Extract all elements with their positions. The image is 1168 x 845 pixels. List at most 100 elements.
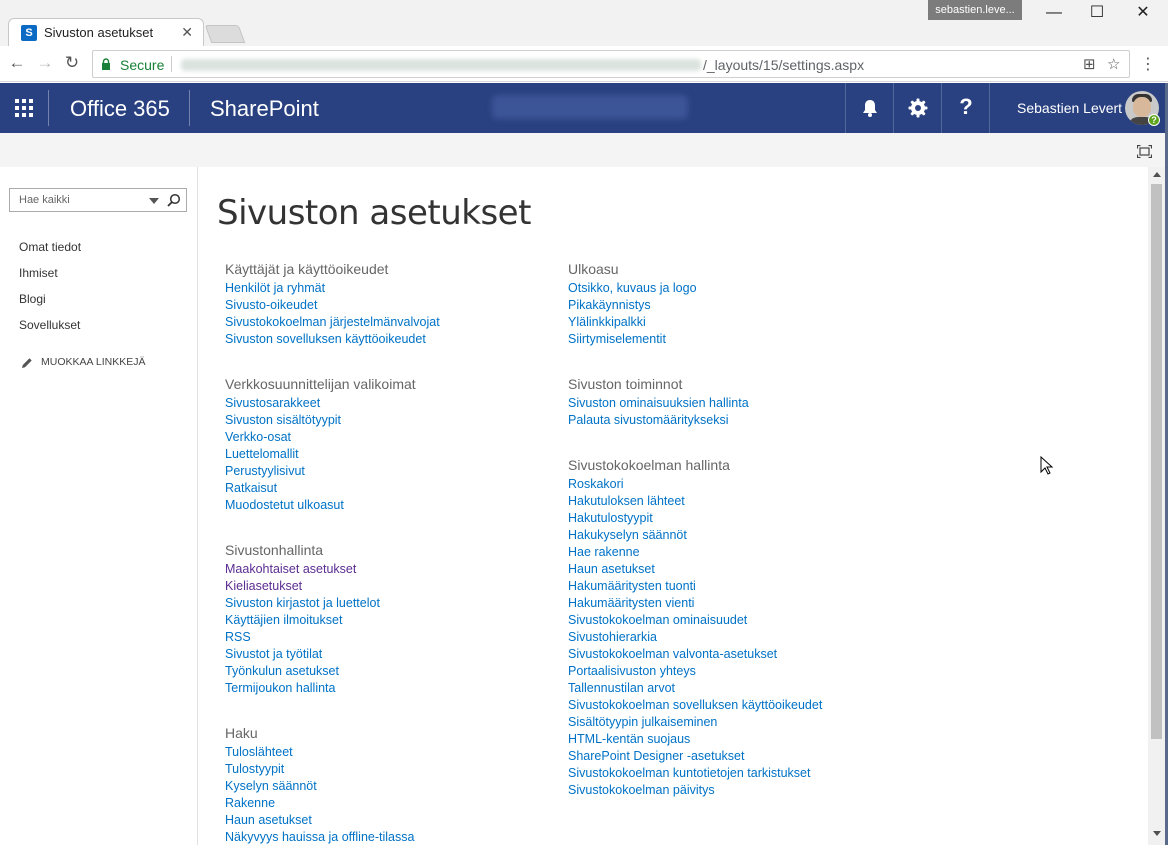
settings-link[interactable]: Sivustokokoelman valvonta-asetukset: [568, 646, 822, 663]
nav-item-omat-tiedot[interactable]: Omat tiedot: [19, 240, 81, 254]
nav-item-sovellukset[interactable]: Sovellukset: [19, 318, 80, 332]
lock-icon: [102, 58, 110, 70]
settings-link[interactable]: Sivustot ja työtilat: [225, 646, 440, 663]
settings-link[interactable]: Näkyvyys hauissa ja offline-tilassa: [225, 829, 440, 845]
search-box[interactable]: [9, 188, 187, 212]
page-scrollbar[interactable]: [1148, 167, 1165, 845]
browser-profile-chip[interactable]: sebastien.leve...: [928, 0, 1022, 20]
settings-link[interactable]: Sivuston sovelluksen käyttöoikeudet: [225, 331, 440, 348]
settings-link[interactable]: Hakukyselyn säännöt: [568, 527, 822, 544]
browser-toolbar: ← → ↻ Secure /_layouts/15/settings.aspx …: [0, 46, 1168, 82]
settings-link[interactable]: Hakumääritysten vienti: [568, 595, 822, 612]
settings-link[interactable]: Sivuston sisältötyypit: [225, 412, 440, 429]
mouse-cursor-icon: [1040, 456, 1054, 475]
search-icon[interactable]: [167, 193, 181, 207]
left-navigation: Omat tiedot Ihmiset Blogi Sovellukset MU…: [0, 167, 198, 845]
settings-link[interactable]: Sisältötyypin julkaiseminen: [568, 714, 822, 731]
nav-item-ihmiset[interactable]: Ihmiset: [19, 266, 58, 280]
settings-link[interactable]: Haun asetukset: [225, 812, 440, 829]
settings-link[interactable]: Tallennustilan arvot: [568, 680, 822, 697]
settings-link[interactable]: Sivustokokoelman järjestelmänvalvojat: [225, 314, 440, 331]
settings-link[interactable]: Hakutuloksen lähteet: [568, 493, 822, 510]
settings-link[interactable]: Ylälinkkipalkki: [568, 314, 822, 331]
notifications-button[interactable]: [845, 83, 893, 133]
settings-link[interactable]: Hakutulostyypit: [568, 510, 822, 527]
scroll-up-arrow-icon[interactable]: [1153, 172, 1161, 177]
close-window-icon[interactable]: ✕: [1120, 2, 1166, 26]
settings-link[interactable]: Muodostetut ulkoasut: [225, 497, 440, 514]
tab-close-icon[interactable]: ✕: [181, 24, 193, 41]
minimize-icon[interactable]: —: [1031, 2, 1077, 26]
app-launcher-button[interactable]: [0, 83, 48, 133]
sharepoint-app-link[interactable]: SharePoint: [210, 96, 319, 122]
section-search: Haku Tuloslähteet Tulostyypit Kyselyn sä…: [225, 725, 440, 845]
settings-link[interactable]: RSS: [225, 629, 440, 646]
section-title: Ulkoasu: [568, 261, 619, 277]
settings-link[interactable]: Sivustokokoelman päivitys: [568, 782, 822, 799]
settings-link[interactable]: Henkilöt ja ryhmät: [225, 280, 440, 297]
settings-link[interactable]: Kieliasetukset: [225, 578, 440, 595]
tab-title: Sivuston asetukset: [44, 25, 154, 40]
search-input[interactable]: [10, 189, 140, 211]
scroll-down-arrow-icon[interactable]: [1153, 831, 1161, 836]
settings-link[interactable]: Termijoukon hallinta: [225, 680, 440, 697]
gear-icon: [908, 98, 928, 118]
bookmark-star-icon[interactable]: ☆: [1107, 55, 1120, 73]
browser-tab[interactable]: S Sivuston asetukset ✕: [8, 18, 204, 46]
section-title: Haku: [225, 725, 258, 741]
settings-link[interactable]: Luettelomallit: [225, 446, 440, 463]
url-path: /_layouts/15/settings.aspx: [703, 57, 865, 73]
settings-link[interactable]: Sivustosarakkeet: [225, 395, 440, 412]
settings-link[interactable]: HTML-kentän suojaus: [568, 731, 822, 748]
settings-link[interactable]: Palauta sivustomääritykseksi: [568, 412, 822, 429]
settings-link[interactable]: Käyttäjien ilmoitukset: [225, 612, 440, 629]
settings-link[interactable]: Portaalisivuston yhteys: [568, 663, 822, 680]
office365-brand-link[interactable]: Office 365: [70, 96, 170, 122]
settings-link[interactable]: Tulostyypit: [225, 761, 440, 778]
settings-link[interactable]: Sivustokokoelman kuntotietojen tarkistuk…: [568, 765, 822, 782]
settings-link[interactable]: Sivustokokoelman sovelluksen käyttöoikeu…: [568, 697, 822, 714]
settings-link[interactable]: Ratkaisut: [225, 480, 440, 497]
settings-link[interactable]: Perustyylisivut: [225, 463, 440, 480]
settings-link[interactable]: Maakohtaiset asetukset: [225, 561, 440, 578]
settings-link[interactable]: Tuloslähteet: [225, 744, 440, 761]
user-name[interactable]: Sebastien Levert: [1017, 100, 1122, 116]
settings-link[interactable]: Verkko-osat: [225, 429, 440, 446]
section-site-actions: Sivuston toiminnot Sivuston ominaisuuksi…: [568, 376, 822, 429]
settings-link[interactable]: Sivusto-oikeudet: [225, 297, 440, 314]
new-tab-button[interactable]: [204, 25, 246, 43]
section-site-administration: Sivustonhallinta Maakohtaiset asetukset …: [225, 542, 440, 697]
settings-link[interactable]: Rakenne: [225, 795, 440, 812]
scrollbar-thumb[interactable]: [1151, 184, 1162, 739]
settings-link[interactable]: Kyselyn säännöt: [225, 778, 440, 795]
maximize-icon[interactable]: ☐: [1074, 2, 1120, 26]
focus-on-content-icon[interactable]: [1137, 145, 1152, 158]
settings-link[interactable]: Hakumääritysten tuonti: [568, 578, 822, 595]
search-scope-dropdown-icon[interactable]: [149, 198, 159, 204]
settings-link[interactable]: Haun asetukset: [568, 561, 822, 578]
reload-icon[interactable]: ↻: [62, 53, 82, 73]
suite-divider: [48, 90, 49, 126]
settings-button[interactable]: [893, 83, 941, 133]
translate-icon[interactable]: ⊞: [1083, 55, 1096, 73]
browser-menu-icon[interactable]: ⋮: [1140, 54, 1156, 74]
help-button[interactable]: ?: [941, 83, 989, 133]
sharepoint-favicon-icon: S: [21, 25, 37, 41]
back-arrow-icon[interactable]: ←: [7, 53, 27, 73]
settings-link[interactable]: Pikakäynnistys: [568, 297, 822, 314]
settings-link[interactable]: Otsikko, kuvaus ja logo: [568, 280, 822, 297]
section-title: Sivustonhallinta: [225, 542, 324, 558]
settings-link[interactable]: Sivustohierarkia: [568, 629, 822, 646]
settings-link[interactable]: Sivustokokoelman ominaisuudet: [568, 612, 822, 629]
settings-link[interactable]: Hae rakenne: [568, 544, 822, 561]
settings-link[interactable]: Siirtymiselementit: [568, 331, 822, 348]
nav-item-blogi[interactable]: Blogi: [19, 292, 46, 306]
settings-link[interactable]: SharePoint Designer -asetukset: [568, 748, 822, 765]
forward-arrow-icon[interactable]: →: [35, 53, 55, 73]
main-content: Sivuston asetukset Käyttäjät ja käyttöoi…: [199, 167, 1148, 845]
address-bar[interactable]: Secure /_layouts/15/settings.aspx ⊞ ☆: [92, 50, 1130, 78]
settings-link[interactable]: Roskakori: [568, 476, 822, 493]
settings-link[interactable]: Sivuston ominaisuuksien hallinta: [568, 395, 822, 412]
settings-link[interactable]: Työnkulun asetukset: [225, 663, 440, 680]
settings-link[interactable]: Sivuston kirjastot ja luettelot: [225, 595, 440, 612]
